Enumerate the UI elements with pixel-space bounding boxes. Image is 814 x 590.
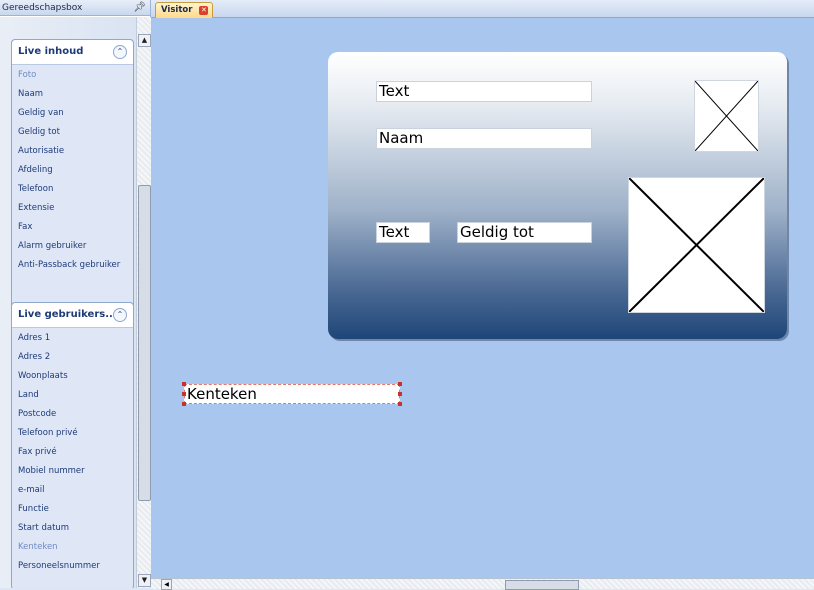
toolbox-item-fax[interactable]: Fax [18,222,32,232]
toolbox-item-start-datum[interactable]: Start datum [18,523,69,533]
toolbox-item-functie[interactable]: Functie [18,504,49,514]
toolbox-list: Live inhoud ⌃ Foto Naam Geldig van Geldi… [0,17,136,588]
toolbox-item-naam[interactable]: Naam [18,89,43,99]
selected-field-kenteken[interactable]: Kenteken [184,384,400,404]
resize-handle-nw[interactable] [182,382,186,386]
resize-handle-ne[interactable] [398,382,402,386]
close-icon[interactable]: ✕ [199,6,209,15]
toolbox-item-geldig-van[interactable]: Geldig van [18,108,64,118]
photo-placeholder[interactable] [628,177,765,313]
collapse-icon[interactable]: ⌃ [113,308,127,322]
resize-handle-sw[interactable] [182,402,186,406]
toolbox-item-autorisatie[interactable]: Autorisatie [18,146,64,156]
toolbox-item-adres-1[interactable]: Adres 1 [18,333,50,343]
collapse-icon[interactable]: ⌃ [113,45,127,59]
pin-icon[interactable]: 📌︎ [133,0,146,16]
toolbox-item-foto[interactable]: Foto [18,70,36,80]
group-title: Live inhoud [18,46,84,57]
group-header-live-gebruikers[interactable]: Live gebruikers... ⌃ [12,303,133,328]
document-tab-strip: Visitor ✕ [151,0,814,18]
scrollbar-thumb[interactable] [505,580,579,590]
toolbox-item-land[interactable]: Land [18,390,39,400]
toolbox-item-woonplaats[interactable]: Woonplaats [18,371,68,381]
toolbox-item-extensie[interactable]: Extensie [18,203,54,213]
group-live-gebruikers: Live gebruikers... ⌃ Adres 1 Adres 2 Woo… [11,302,134,588]
scroll-down-icon[interactable]: ▼ [138,574,151,587]
toolbox-item-geldig-tot[interactable]: Geldig tot [18,127,60,137]
toolbox-item-anti-passback[interactable]: Anti-Passback gebruiker [18,260,126,270]
field-label: Kenteken [187,385,257,403]
toolbox-item-telefoon[interactable]: Telefoon [18,184,53,194]
card-field-naam[interactable]: Naam [376,128,592,149]
toolbox-panel: Gereedschapsbox 📌︎ Live inhoud ⌃ Foto Na… [0,0,151,588]
toolbox-item-adres-2[interactable]: Adres 2 [18,352,50,362]
group-title: Live gebruikers... [18,309,117,320]
design-canvas[interactable]: Text Naam Text Geldig tot Kenteken [151,18,814,578]
tab-visitor[interactable]: Visitor ✕ [155,2,214,18]
cross-icon [629,178,764,312]
toolbox-item-telefoon-prive[interactable]: Telefoon privé [18,428,78,438]
toolbox-item-postcode[interactable]: Postcode [18,409,56,419]
toolbox-item-fax-prive[interactable]: Fax privé [18,447,57,457]
resize-handle-e[interactable] [398,392,402,396]
toolbox-title: Gereedschapsbox 📌︎ [0,0,150,16]
image-placeholder-small[interactable] [694,80,759,152]
badge-card[interactable]: Text Naam Text Geldig tot [328,52,787,339]
toolbox-item-e-mail[interactable]: e-mail [18,485,45,495]
toolbox-item-alarm-gebruiker[interactable]: Alarm gebruiker [18,241,86,251]
card-field-text-1[interactable]: Text [376,81,592,102]
toolbox-item-kenteken[interactable]: Kenteken [18,542,58,552]
cross-icon [695,81,758,151]
resize-handle-w[interactable] [182,392,186,396]
toolbox-item-mobiel-nummer[interactable]: Mobiel nummer [18,466,85,476]
scroll-up-icon[interactable]: ▲ [138,34,151,47]
scroll-left-icon[interactable]: ◀ [161,579,172,590]
toolbox-scrollbar[interactable]: ▲ ▼ [136,17,151,588]
group-live-inhoud: Live inhoud ⌃ Foto Naam Geldig van Geldi… [11,39,134,311]
canvas-hscrollbar[interactable]: ◀ [151,578,814,590]
card-field-text-2[interactable]: Text [376,222,430,243]
toolbox-item-personeelsnummer[interactable]: Personeelsnummer [18,561,100,571]
card-field-geldig-tot[interactable]: Geldig tot [457,222,592,243]
tab-label: Visitor [161,5,193,15]
group-header-live-inhoud[interactable]: Live inhoud ⌃ [12,40,133,65]
toolbox-item-afdeling[interactable]: Afdeling [18,165,53,175]
resize-handle-se[interactable] [398,402,402,406]
scrollbar-thumb[interactable] [138,185,151,501]
toolbox-title-label: Gereedschapsbox [2,3,83,13]
